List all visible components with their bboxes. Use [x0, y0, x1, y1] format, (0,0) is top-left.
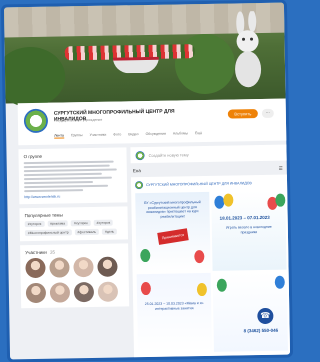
tile-holidays-date: 18.01.2023 – 07.01.2023	[219, 214, 270, 221]
group-logo	[23, 108, 49, 134]
composer-placeholder: Создайте новую тему	[148, 151, 189, 158]
post-author[interactable]: СУРГУТСКИЙ МНОГОПРОФИЛЬНЫЙ ЦЕНТР ДЛЯ ИНВ…	[146, 181, 252, 187]
post-image-holidays[interactable]: 18.01.2023 – 07.01.2023 Играть весело в …	[211, 190, 287, 271]
composer-avatar	[135, 150, 145, 160]
avatar[interactable]	[97, 256, 118, 277]
avatar[interactable]	[73, 256, 94, 278]
members-panel: Участники 35	[20, 243, 130, 309]
tile-invite-text: БУ «Сургутский многопрофильный реабилита…	[144, 200, 201, 219]
about-panel: О группе http://www.smolensk.ru	[18, 147, 128, 205]
tab-photos[interactable]: Фото	[113, 132, 121, 137]
avatar[interactable]	[49, 282, 71, 303]
topic-chip[interactable]: #Многопрофильный центр	[24, 229, 72, 237]
filter-icon[interactable]: ☰	[279, 166, 283, 172]
tab-feed[interactable]: Лента	[54, 133, 64, 139]
topic-chip[interactable]: #хуторок	[93, 219, 114, 226]
join-button[interactable]: Вступить	[227, 109, 258, 119]
group-header: СУРГУТСКИЙ МНОГОПРОФИЛЬНЫЙ ЦЕНТР ДЛЯ ИНВ…	[17, 98, 289, 146]
phone-icon: ☎	[257, 307, 274, 325]
feed-column: Создайте новую тему Ена ☰ СУРГУТСКИЙ МНО…	[130, 144, 293, 358]
avatar[interactable]	[49, 257, 70, 278]
topics-title: Популярные темы	[24, 212, 63, 219]
topic-chip[interactable]: #фестиваль	[74, 228, 100, 236]
post-composer[interactable]: Создайте новую тему	[130, 144, 289, 164]
avatar[interactable]	[25, 282, 47, 304]
tab-discussions[interactable]: Обсуждения	[146, 132, 166, 137]
avatar[interactable]	[73, 281, 95, 303]
more-button[interactable]: ...	[261, 108, 274, 118]
tab-members[interactable]: Участники	[90, 133, 107, 138]
tile-invite-badge: Принимаются	[157, 228, 189, 245]
topic-chip[interactable]: #день	[102, 228, 118, 235]
about-link[interactable]: http://www.smolensk.ru	[24, 193, 122, 200]
post-image-contacts[interactable]: ☎ 8 (3462) 550-046	[212, 271, 288, 352]
topics-panel: Популярные темы #хуторок #реклама #хутор…	[19, 206, 129, 242]
tile-phone-number: 8 (3462) 550-046	[243, 327, 279, 334]
topic-chip[interactable]: #хуторок	[24, 220, 45, 228]
avatar[interactable]	[97, 281, 119, 302]
feed-post: СУРГУТСКИЙ МНОГОПРОФИЛЬНЫЙ ЦЕНТР ДЛЯ ИНВ…	[130, 174, 293, 358]
tile-mom-text: 25.01.2023 – 10.03.2023 «Мама и я» интер…	[144, 301, 204, 311]
feed-section-label: Ена	[132, 168, 141, 174]
tab-video[interactable]: Видео	[128, 132, 138, 137]
topic-chip[interactable]: #хуторок	[71, 219, 91, 227]
post-image-invite[interactable]: БУ «Сургутский многопрофильный реабилита…	[135, 191, 211, 273]
tile-holidays-text: Играть весело в новогодние праздники	[225, 224, 272, 234]
avatar[interactable]	[25, 257, 46, 279]
tab-more[interactable]: Ещё	[195, 131, 202, 136]
post-author-avatar	[135, 181, 144, 190]
members-count: 35	[49, 249, 56, 255]
members-title: Участники	[25, 249, 47, 256]
left-column: О группе http://www.smolensk.ru Популярн…	[18, 147, 130, 312]
group-subtitle: Государственное учреждение	[53, 117, 103, 123]
tab-groups[interactable]: Группы	[71, 133, 83, 138]
tab-albums[interactable]: Альбомы	[173, 131, 188, 136]
post-image-mom-and-me[interactable]: 25.01.2023 – 10.03.2023 «Мама и я» интер…	[136, 272, 212, 354]
screen: СУРГУТСКИЙ МНОГОПРОФИЛЬНЫЙ ЦЕНТР ДЛЯ ИНВ…	[0, 0, 294, 362]
topic-chip[interactable]: #реклама	[47, 220, 69, 227]
post-image-collage[interactable]: БУ «Сургутский многопрофильный реабилита…	[135, 190, 288, 354]
group-tabs: Лента Группы Участники Фото Видео Обсужд…	[54, 131, 202, 139]
member-avatars	[25, 256, 124, 304]
rabbit-statue	[235, 10, 262, 88]
cover-photo	[0, 2, 286, 108]
about-title: О группе	[23, 153, 43, 160]
